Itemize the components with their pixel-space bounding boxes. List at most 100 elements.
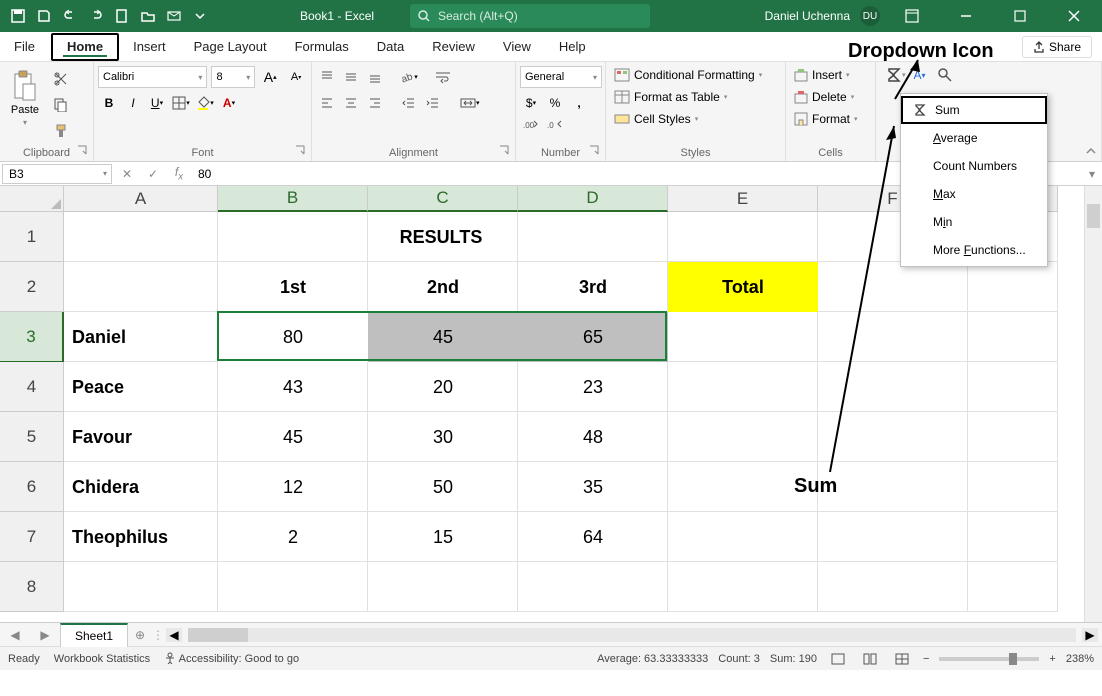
email-icon[interactable] [162, 4, 186, 28]
align-bottom-button[interactable] [364, 66, 386, 88]
cell-F3[interactable] [818, 312, 968, 362]
cell-G3[interactable] [968, 312, 1058, 362]
view-page-layout-button[interactable] [859, 650, 881, 668]
cell-B5[interactable] [218, 412, 368, 462]
copy-button[interactable] [50, 94, 72, 116]
cell-A6[interactable] [64, 462, 218, 512]
cell-E2[interactable] [668, 262, 818, 312]
format-cells-button[interactable]: Format▾ [790, 108, 871, 130]
decrease-indent-button[interactable] [398, 92, 420, 114]
cell-B3[interactable] [218, 312, 368, 362]
cell-A1[interactable] [64, 212, 218, 262]
number-format-select[interactable]: General▾ [520, 66, 602, 88]
cell-G4[interactable] [968, 362, 1058, 412]
paste-button[interactable]: Paste ▾ [4, 66, 46, 142]
cell-E5[interactable] [668, 412, 818, 462]
align-top-button[interactable] [316, 66, 338, 88]
bold-button[interactable]: B [98, 92, 120, 114]
column-header-A[interactable]: A [64, 186, 218, 212]
cell-G7[interactable] [968, 512, 1058, 562]
font-size-select[interactable]: 8▾ [211, 66, 255, 88]
row-header-4[interactable]: 4 [0, 362, 64, 412]
menu-item-min[interactable]: Min [901, 208, 1047, 236]
row-header-6[interactable]: 6 [0, 462, 64, 512]
insert-function-button[interactable]: fx [166, 164, 192, 184]
cell-B1[interactable] [218, 212, 368, 262]
cell-D7[interactable] [518, 512, 668, 562]
comma-format-button[interactable]: , [568, 92, 590, 114]
cell-C1[interactable] [368, 212, 518, 262]
sheet-nav-prev[interactable]: ◀ [0, 628, 30, 642]
cell-grid[interactable]: RESULTS1st2nd3rdTotalDanielPeaceFavourCh… [64, 212, 1058, 612]
quick-access-more[interactable] [188, 4, 212, 28]
decrease-font-button[interactable]: A▾ [285, 66, 307, 88]
cell-D3[interactable] [518, 312, 668, 362]
user-name[interactable]: Daniel Uchenna [765, 9, 850, 23]
row-header-2[interactable]: 2 [0, 262, 64, 312]
new-icon[interactable] [110, 4, 134, 28]
cell-C6[interactable] [368, 462, 518, 512]
menu-item-count[interactable]: Count Numbers [901, 152, 1047, 180]
cancel-formula-button[interactable]: ✕ [114, 164, 140, 184]
cell-B2[interactable] [218, 262, 368, 312]
cell-C8[interactable] [368, 562, 518, 612]
zoom-level[interactable]: 238% [1066, 653, 1094, 665]
increase-decimal-button[interactable]: .00 [520, 114, 542, 136]
alignment-launcher[interactable] [499, 145, 511, 157]
cell-A8[interactable] [64, 562, 218, 612]
border-button[interactable]: ▾ [170, 92, 192, 114]
cell-D4[interactable] [518, 362, 668, 412]
menu-item-max[interactable]: Max [901, 180, 1047, 208]
cell-D2[interactable] [518, 262, 668, 312]
cell-D5[interactable] [518, 412, 668, 462]
increase-indent-button[interactable] [422, 92, 444, 114]
tab-insert[interactable]: Insert [119, 32, 180, 62]
tab-data[interactable]: Data [363, 32, 418, 62]
menu-item-sum[interactable]: Sum [901, 96, 1047, 124]
accounting-format-button[interactable]: $▾ [520, 92, 542, 114]
cell-E8[interactable] [668, 562, 818, 612]
cell-C4[interactable] [368, 362, 518, 412]
cell-D6[interactable] [518, 462, 668, 512]
undo-icon[interactable] [58, 4, 82, 28]
insert-cells-button[interactable]: Insert▾ [790, 64, 871, 86]
clipboard-launcher[interactable] [77, 145, 89, 157]
cell-E7[interactable] [668, 512, 818, 562]
open-icon[interactable] [136, 4, 160, 28]
menu-item-average[interactable]: Average [901, 124, 1047, 152]
align-right-button[interactable] [364, 92, 386, 114]
tab-help[interactable]: Help [545, 32, 600, 62]
maximize-icon[interactable] [998, 0, 1042, 32]
column-header-B[interactable]: B [218, 186, 368, 212]
zoom-out-button[interactable]: − [923, 653, 929, 665]
name-box[interactable]: B3▾ [2, 164, 112, 184]
cell-D1[interactable] [518, 212, 668, 262]
view-normal-button[interactable] [827, 650, 849, 668]
add-sheet-button[interactable]: ⊕ [128, 628, 152, 642]
share-button[interactable]: Share [1022, 36, 1092, 58]
cell-F5[interactable] [818, 412, 968, 462]
cell-F2[interactable] [818, 262, 968, 312]
italic-button[interactable]: I [122, 92, 144, 114]
tab-home[interactable]: Home [51, 33, 119, 61]
enter-formula-button[interactable]: ✓ [140, 164, 166, 184]
delete-cells-button[interactable]: Delete▾ [790, 86, 871, 108]
number-launcher[interactable] [589, 145, 601, 157]
status-accessibility[interactable]: Accessibility: Good to go [164, 652, 299, 665]
cell-C3[interactable] [368, 312, 518, 362]
format-painter-button[interactable] [50, 120, 72, 142]
decrease-decimal-button[interactable]: .0 [544, 114, 566, 136]
select-all-corner[interactable] [0, 186, 64, 212]
cell-B4[interactable] [218, 362, 368, 412]
merge-center-button[interactable]: ▾ [456, 92, 484, 114]
align-left-button[interactable] [316, 92, 338, 114]
status-workbook-stats[interactable]: Workbook Statistics [54, 653, 150, 665]
sort-filter-button[interactable]: A▾ [914, 64, 926, 86]
cell-C5[interactable] [368, 412, 518, 462]
vertical-scrollbar[interactable] [1084, 186, 1102, 622]
cell-F7[interactable] [818, 512, 968, 562]
cell-G6[interactable] [968, 462, 1058, 512]
cell-B8[interactable] [218, 562, 368, 612]
redo-icon[interactable] [84, 4, 108, 28]
row-header-3[interactable]: 3 [0, 312, 64, 362]
